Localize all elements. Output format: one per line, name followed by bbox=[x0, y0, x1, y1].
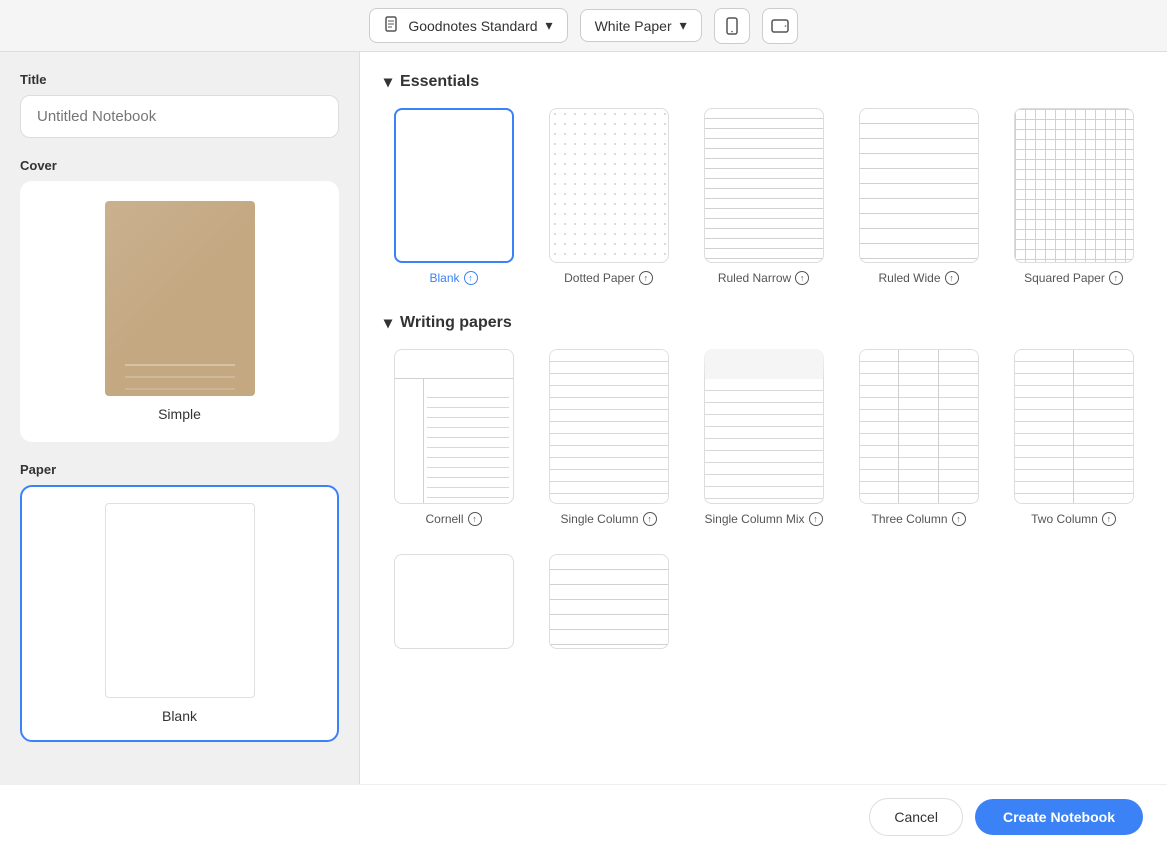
essentials-arrow-icon: ▾ bbox=[384, 72, 392, 92]
cover-thumbnail bbox=[105, 201, 255, 396]
writing-papers-label: Writing papers bbox=[400, 314, 512, 332]
paper-item-single-col[interactable]: Single Column ↑ bbox=[539, 349, 678, 526]
paper-label-single-col-mix: Single Column Mix ↑ bbox=[704, 512, 822, 526]
paper-section: Paper Blank bbox=[20, 462, 339, 742]
title-input[interactable] bbox=[20, 95, 339, 138]
upload-icon-cornell: ↑ bbox=[468, 512, 482, 526]
col-half-1 bbox=[1015, 350, 1075, 503]
paper-preview-single-col bbox=[549, 349, 669, 504]
paper-preview-three-col bbox=[859, 349, 979, 504]
paper-color-chevron: ▾ bbox=[680, 17, 687, 34]
paper-item-landscape-blank[interactable] bbox=[384, 554, 523, 649]
paper-item-dotted[interactable]: Dotted Paper ↑ bbox=[539, 108, 678, 285]
cover-field-label: Cover bbox=[20, 158, 339, 173]
upload-icon-ruled-narrow: ↑ bbox=[795, 271, 809, 285]
upload-icon-single-col: ↑ bbox=[643, 512, 657, 526]
three-col-inner bbox=[860, 350, 978, 503]
paper-color-label: White Paper bbox=[595, 18, 672, 34]
paper-item-two-col[interactable]: Two Column ↑ bbox=[1004, 349, 1143, 526]
paper-label-single-col: Single Column ↑ bbox=[560, 512, 656, 526]
create-notebook-button[interactable]: Create Notebook bbox=[975, 799, 1143, 835]
essentials-label: Essentials bbox=[400, 73, 479, 91]
notebook-style-dropdown[interactable]: Goodnotes Standard ▾ bbox=[369, 8, 567, 43]
two-col-inner bbox=[1015, 350, 1133, 503]
notebook-style-label: Goodnotes Standard bbox=[408, 18, 537, 34]
cancel-button[interactable]: Cancel bbox=[869, 798, 963, 836]
paper-item-ruled-wide[interactable]: Ruled Wide ↑ bbox=[849, 108, 988, 285]
upload-icon-blank: ↑ bbox=[464, 271, 478, 285]
paper-preview-landscape-ruled bbox=[549, 554, 669, 649]
paper-item-three-col[interactable]: Three Column ↑ bbox=[849, 349, 988, 526]
notebook-style-chevron: ▾ bbox=[546, 17, 553, 34]
cover-section: Cover Simple bbox=[20, 158, 339, 442]
upload-icon-three-col: ↑ bbox=[952, 512, 966, 526]
paper-selected-card[interactable]: Blank bbox=[20, 485, 339, 742]
paper-item-squared[interactable]: Squared Paper ↑ bbox=[1004, 108, 1143, 285]
paper-preview-ruled-narrow bbox=[704, 108, 824, 263]
writing-papers-section-header[interactable]: ▾ Writing papers bbox=[384, 313, 1143, 333]
paper-preview-landscape-blank bbox=[394, 554, 514, 649]
essentials-section-header[interactable]: ▾ Essentials bbox=[384, 72, 1143, 92]
paper-preview-squared bbox=[1014, 108, 1134, 263]
single-col-lines bbox=[550, 350, 668, 503]
document-icon bbox=[384, 16, 400, 35]
paper-preview-two-col bbox=[1014, 349, 1134, 504]
paper-preview-blank bbox=[394, 108, 514, 263]
paper-label-dotted: Dotted Paper ↑ bbox=[564, 271, 653, 285]
title-field-label: Title bbox=[20, 72, 339, 87]
paper-field-label: Paper bbox=[20, 462, 339, 477]
paper-preview-dotted bbox=[549, 108, 669, 263]
title-section: Title bbox=[20, 72, 339, 138]
paper-label-cornell: Cornell ↑ bbox=[425, 512, 481, 526]
paper-preview-single-col-mix bbox=[704, 349, 824, 504]
upload-icon-dotted: ↑ bbox=[639, 271, 653, 285]
paper-label-squared: Squared Paper ↑ bbox=[1024, 271, 1123, 285]
paper-label-ruled-narrow: Ruled Narrow ↑ bbox=[718, 271, 809, 285]
upload-icon-squared: ↑ bbox=[1109, 271, 1123, 285]
phone-view-button[interactable] bbox=[714, 8, 750, 44]
paper-color-dropdown[interactable]: White Paper ▾ bbox=[580, 9, 702, 42]
paper-selected-thumbnail bbox=[105, 503, 255, 698]
paper-item-ruled-narrow[interactable]: Ruled Narrow ↑ bbox=[694, 108, 833, 285]
paper-label-two-col: Two Column ↑ bbox=[1031, 512, 1116, 526]
right-panel: ▾ Essentials Blank ↑ Dotted Paper ↑ bbox=[360, 52, 1167, 784]
paper-selected-name: Blank bbox=[162, 708, 197, 724]
cover-card[interactable]: Simple bbox=[20, 181, 339, 442]
col-third-1 bbox=[860, 350, 900, 503]
paper-item-blank[interactable]: Blank ↑ bbox=[384, 108, 523, 285]
col-half-2 bbox=[1074, 350, 1133, 503]
paper-item-cornell[interactable]: Cornell ↑ bbox=[384, 349, 523, 526]
cover-name: Simple bbox=[158, 406, 201, 422]
left-panel: Title Cover Simple Paper Blank bbox=[0, 52, 360, 784]
paper-preview-cornell bbox=[394, 349, 514, 504]
main-layout: Title Cover Simple Paper Blank ▾ Essenti… bbox=[0, 52, 1167, 784]
cornell-inner bbox=[395, 350, 513, 503]
bottom-bar: Cancel Create Notebook bbox=[0, 784, 1167, 848]
paper-label-ruled-wide: Ruled Wide ↑ bbox=[878, 271, 958, 285]
writing-papers-grid: Cornell ↑ Single Column ↑ Single bbox=[384, 349, 1143, 526]
upload-icon-two-col: ↑ bbox=[1102, 512, 1116, 526]
cornell-lines bbox=[427, 388, 509, 499]
paper-preview-ruled-wide bbox=[859, 108, 979, 263]
paper-item-single-col-mix[interactable]: Single Column Mix ↑ bbox=[694, 349, 833, 526]
upload-icon-ruled-wide: ↑ bbox=[945, 271, 959, 285]
col-third-3 bbox=[939, 350, 978, 503]
upload-icon-single-col-mix: ↑ bbox=[809, 512, 823, 526]
paper-label-blank: Blank ↑ bbox=[429, 271, 477, 285]
col-third-2 bbox=[899, 350, 939, 503]
extra-papers-grid bbox=[384, 554, 1143, 649]
paper-item-landscape-ruled[interactable] bbox=[539, 554, 678, 649]
paper-label-three-col: Three Column ↑ bbox=[871, 512, 965, 526]
writing-papers-arrow-icon: ▾ bbox=[384, 313, 392, 333]
essentials-grid: Blank ↑ Dotted Paper ↑ Ruled Narrow ↑ bbox=[384, 108, 1143, 285]
tablet-view-button[interactable] bbox=[762, 8, 798, 44]
top-bar: Goodnotes Standard ▾ White Paper ▾ bbox=[0, 0, 1167, 52]
